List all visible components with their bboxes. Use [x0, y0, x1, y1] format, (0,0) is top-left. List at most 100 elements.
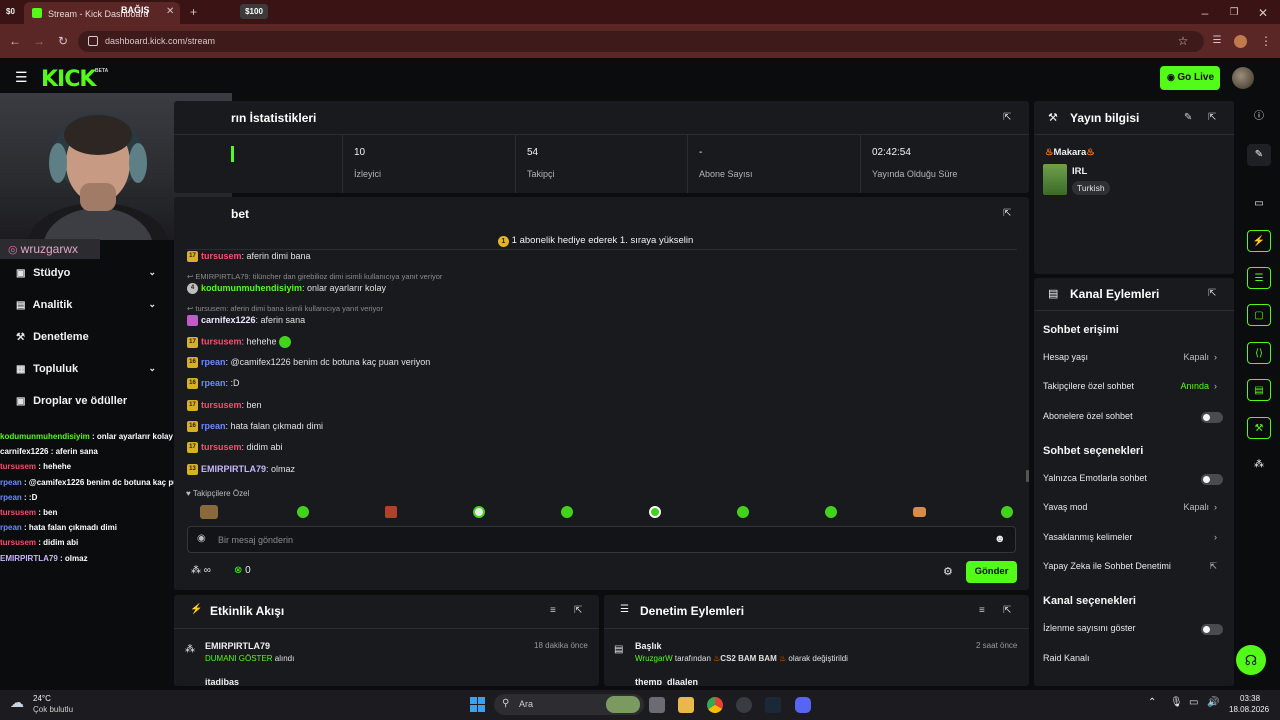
chat-message[interactable]: 13 EMIRPIRTLA79: olmaz: [187, 464, 1017, 478]
bolt-icon[interactable]: ⚡: [1247, 230, 1271, 252]
list-icon[interactable]: ☰: [1247, 267, 1271, 289]
support-headset-icon[interactable]: ☊: [1236, 645, 1266, 675]
category-name[interactable]: IRL: [1072, 166, 1087, 177]
close-window-icon[interactable]: ✕: [1253, 3, 1273, 23]
reload-icon[interactable]: ↻: [53, 31, 73, 51]
popout-icon[interactable]: ⇱: [1003, 605, 1011, 616]
sidebar-item-community[interactable]: ▦ Topluluk ⌄: [16, 363, 166, 383]
popout-icon[interactable]: ⇱: [1208, 288, 1216, 299]
app-icon[interactable]: [736, 697, 752, 713]
banned-words-setting[interactable]: Yasaklanmış kelimeler ›: [1043, 532, 1225, 546]
sidebar-item-analytics[interactable]: ▤ Analitik ⌄: [16, 299, 166, 319]
code-icon[interactable]: ⟨⟩: [1247, 342, 1271, 364]
activity-user[interactable]: EMIRPIRTLA79: [205, 641, 270, 651]
account-age-setting[interactable]: Hesap yaşı Kapalı ›: [1043, 352, 1225, 366]
chat-message-input[interactable]: Bir mesaj gönderin: [187, 526, 1016, 553]
ai-moderation-setting[interactable]: Yapay Zeka ile Sohbet Denetimi ⇱: [1043, 561, 1225, 575]
chat-settings-gear-icon[interactable]: ⚙: [943, 565, 953, 578]
raid-channel-setting[interactable]: Raid Kanalı: [1043, 653, 1225, 667]
emote-only-setting[interactable]: Yalnızca Emotlarla sohbet: [1043, 473, 1225, 487]
tab-close-icon[interactable]: ✕: [166, 6, 174, 17]
tray-chevron-up-icon[interactable]: ⌃: [1148, 697, 1156, 708]
chat-message[interactable]: 17 tursusem: hehehe: [187, 336, 1017, 350]
slow-mode-setting[interactable]: Yavaş mod Kapalı ›: [1043, 502, 1225, 516]
kicks-counter[interactable]: ⊗ 0: [234, 565, 251, 576]
channel-icon[interactable]: ▤: [1247, 379, 1271, 401]
emote-only-toggle[interactable]: [1201, 474, 1223, 485]
video-icon[interactable]: ▭: [1247, 193, 1271, 215]
send-button[interactable]: Gönder: [966, 561, 1017, 583]
emoji-picker-icon[interactable]: ☻: [994, 533, 1006, 545]
popout-icon[interactable]: ⇱: [1208, 112, 1216, 123]
windows-start-icon[interactable]: [470, 697, 485, 712]
kick-logo[interactable]: KICK: [41, 67, 96, 92]
points-icon[interactable]: ⁂: [1247, 454, 1271, 476]
popout-icon[interactable]: ⇱: [1003, 112, 1011, 123]
channel-points[interactable]: ⁂ ∞: [191, 565, 211, 576]
edit-pencil-icon[interactable]: ✎: [1184, 112, 1192, 123]
filter-icon[interactable]: ≡: [979, 605, 985, 616]
new-tab-icon[interactable]: +: [190, 5, 197, 19]
chat-message[interactable]: 17 tursusem: aferin dimi bana: [187, 251, 1017, 265]
show-viewcount-toggle[interactable]: [1201, 624, 1223, 635]
volume-icon[interactable]: 🔊: [1207, 697, 1219, 708]
chat-scrollbar[interactable]: [1026, 470, 1029, 482]
chrome-icon[interactable]: [707, 697, 723, 713]
filter-icon[interactable]: ≡: [550, 605, 556, 616]
sidebar-item-drops[interactable]: ▣ Droplar ve ödüller: [16, 395, 166, 415]
weather-temp[interactable]: 24°C: [33, 694, 51, 703]
emote-icon[interactable]: [649, 506, 661, 518]
chat-message[interactable]: 4 kodumunmuhendisiyim: onlar ayarlarır ko…: [187, 283, 1017, 297]
maximize-icon[interactable]: ❐: [1224, 3, 1244, 23]
subscribers-only-setting[interactable]: Abonelere özel sohbet: [1043, 411, 1225, 425]
steam-icon[interactable]: [765, 697, 781, 713]
minimize-icon[interactable]: –: [1195, 3, 1215, 23]
followers-only-setting[interactable]: Takipçilere özel sohbet Anında ›: [1043, 381, 1225, 395]
chat-user-icon[interactable]: ◉: [197, 533, 206, 544]
info-icon[interactable]: ⓘ: [1247, 106, 1271, 128]
subscribers-only-toggle[interactable]: [1201, 412, 1223, 423]
popout-icon[interactable]: ⇱: [1003, 208, 1011, 219]
chat-bubble-icon[interactable]: ▢: [1247, 304, 1271, 326]
browser-tab-active[interactable]: Stream - Kick Dashboard: [24, 2, 180, 24]
avatar[interactable]: [1232, 67, 1254, 89]
emote-icon[interactable]: [200, 505, 218, 519]
tab-search-icon[interactable]: ☰: [1207, 31, 1227, 51]
emote-icon[interactable]: [473, 506, 485, 518]
emote-icon[interactable]: [385, 506, 397, 518]
discord-icon[interactable]: [795, 697, 811, 713]
emote-icon[interactable]: [561, 506, 573, 518]
popout-icon[interactable]: ⇱: [574, 605, 582, 616]
forward-icon[interactable]: →: [29, 31, 49, 51]
task-view-icon[interactable]: [649, 697, 665, 713]
chat-message[interactable]: 16 rpean: :D: [187, 378, 1017, 392]
file-explorer-icon[interactable]: [678, 697, 694, 713]
hamburger-menu-icon[interactable]: ☰: [15, 69, 28, 86]
site-info-icon[interactable]: [88, 36, 98, 46]
tab-small[interactable]: $0: [2, 4, 22, 20]
pinned-gift-banner[interactable]: 1 1 abonelik hediye ederek 1. sıraya yük…: [498, 235, 693, 247]
emote-icon[interactable]: [1001, 506, 1013, 518]
edit-pencil-icon[interactable]: ✎: [1247, 144, 1271, 166]
sidebar-item-studio[interactable]: ▣ Stüdyo ⌄: [16, 267, 166, 287]
chat-message[interactable]: 16 rpean: hata falan çıkmadı dimi: [187, 421, 1017, 435]
chat-message[interactable]: 17 tursusem: ben: [187, 400, 1017, 414]
go-live-button[interactable]: ◉ Go Live: [1160, 66, 1220, 90]
url-input[interactable]: dashboard.kick.com/stream: [78, 31, 1204, 52]
network-icon[interactable]: ▭: [1189, 697, 1198, 708]
back-icon[interactable]: ←: [5, 31, 25, 51]
show-viewcount-setting[interactable]: İzlenme sayısını göster: [1043, 623, 1225, 637]
chat-message[interactable]: carnifex1226: aferin sana: [187, 315, 1017, 329]
emote-icon[interactable]: [825, 506, 837, 518]
emote-icon[interactable]: [737, 506, 749, 518]
chat-message[interactable]: 17 tursusem: didim abi: [187, 442, 1017, 456]
wrench-icon[interactable]: ⚒: [1247, 417, 1271, 439]
microphone-icon[interactable]: 🎙: [1170, 697, 1183, 708]
chat-message[interactable]: 16 rpean: @camifex1226 benim dc botuna ka…: [187, 357, 1017, 371]
emote-icon[interactable]: [913, 507, 926, 517]
bookmark-star-icon[interactable]: ☆: [1173, 31, 1193, 51]
clock-time[interactable]: 03:38: [1240, 694, 1260, 703]
profile-avatar-browser[interactable]: [1234, 35, 1247, 48]
emote-icon[interactable]: [297, 506, 309, 518]
sidebar-item-moderation[interactable]: ⚒ Denetleme: [16, 331, 166, 351]
